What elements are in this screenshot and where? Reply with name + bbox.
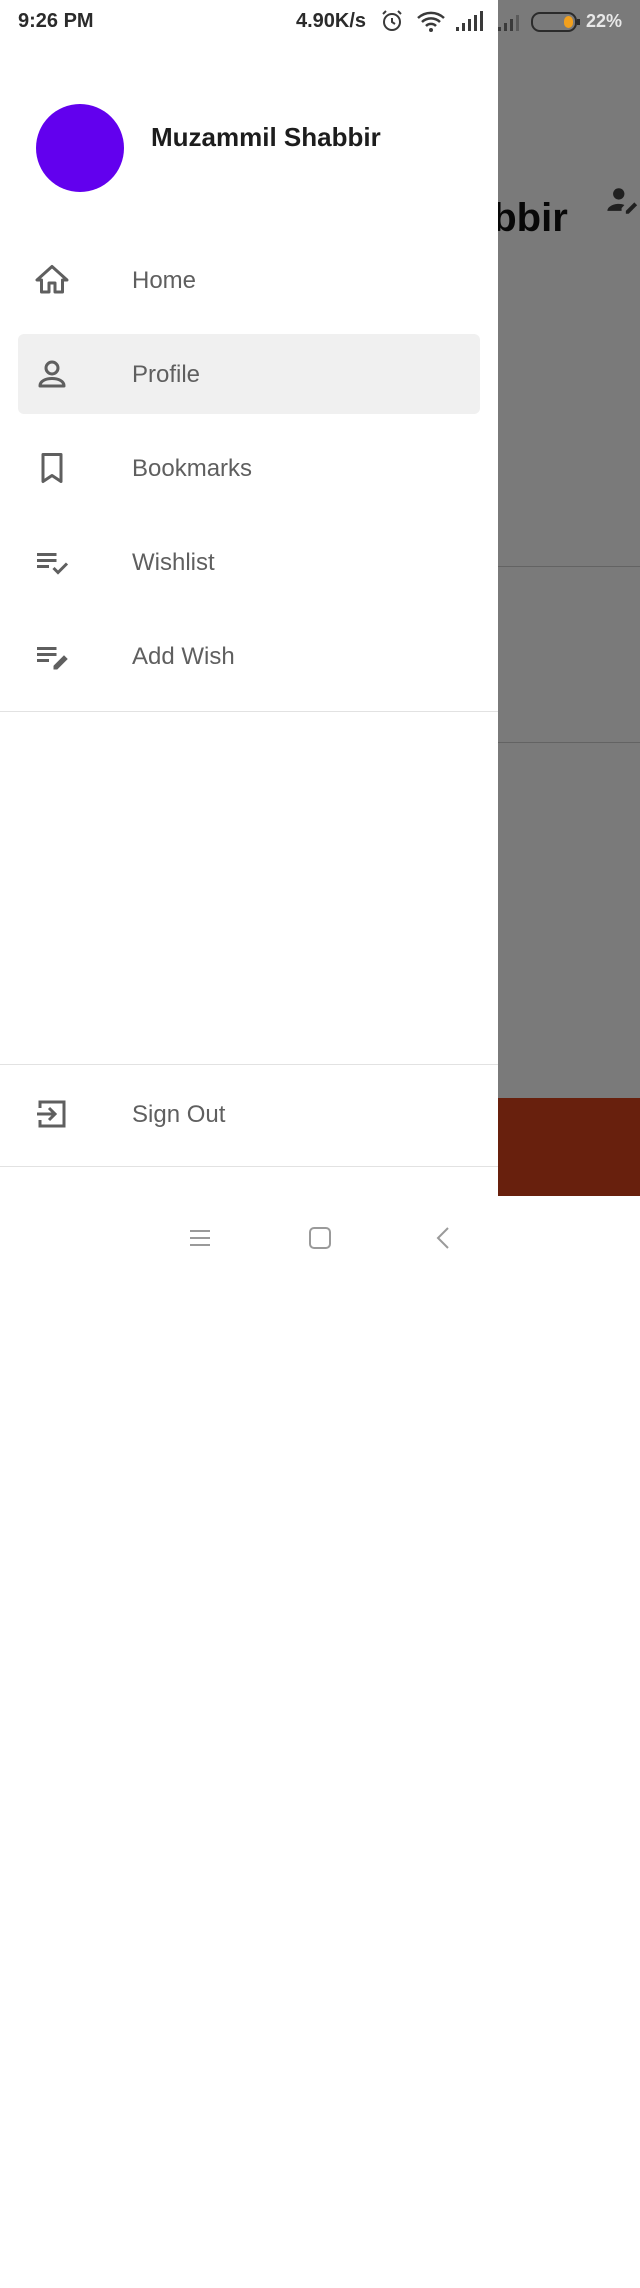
status-battery-percent: 22%	[586, 11, 623, 31]
avatar[interactable]	[36, 104, 124, 192]
playlist-check-icon	[37, 553, 69, 575]
drawer-item-label: Add Wish	[132, 643, 235, 670]
menu-icon[interactable]	[184, 1222, 216, 1254]
drawer-item-label: Bookmarks	[132, 455, 253, 482]
drawer-user-name: Muzammil Shabbir	[151, 122, 381, 152]
wifi-icon	[417, 11, 445, 32]
drawer-item-label: Profile	[132, 361, 201, 388]
drawer-divider	[0, 711, 498, 712]
drawer-divider	[0, 1064, 498, 1065]
status-time: 9:26 PM	[18, 10, 94, 32]
drawer-item-label: Home	[132, 267, 197, 294]
back-icon[interactable]	[428, 1222, 460, 1254]
signal-weak-icon	[498, 15, 519, 31]
drawer-item-profile[interactable]: Profile	[18, 334, 480, 414]
bottom-tab-profile-label: Profile	[530, 2264, 590, 2287]
alarm-icon	[382, 10, 402, 31]
home-square-icon[interactable]	[304, 1222, 336, 1254]
status-bar: 9:26 PM 4.90K/s 22%	[0, 0, 640, 44]
status-net-speed: 4.90K/s	[296, 10, 367, 32]
playlist-edit-icon	[37, 647, 68, 670]
drawer-divider	[0, 1166, 498, 1167]
battery-icon	[531, 12, 580, 32]
person-icon	[545, 2227, 575, 2259]
drawer-item-label: Sign Out	[132, 1101, 226, 1128]
person-icon	[38, 360, 66, 388]
drawer-item-sign-out[interactable]: Sign Out	[18, 1074, 480, 1154]
system-nav-bar	[0, 1196, 640, 1280]
bookmark-icon	[41, 453, 63, 483]
drawer-item-wishlist[interactable]: Wishlist	[18, 522, 480, 602]
sign-out-icon	[37, 1100, 66, 1128]
signal-icon	[456, 11, 483, 31]
bottom-tab-profile[interactable]: Profile	[500, 2202, 620, 2288]
home-icon	[35, 265, 69, 294]
drawer-item-label: Wishlist	[132, 549, 215, 576]
drawer-item-bookmarks[interactable]: Bookmarks	[18, 428, 480, 508]
drawer-item-add-wish[interactable]: Add Wish	[18, 616, 480, 696]
drawer-item-home[interactable]: Home	[18, 240, 480, 320]
navigation-drawer: Muzammil Shabbir Home Profile Bookmarks …	[0, 0, 498, 1196]
